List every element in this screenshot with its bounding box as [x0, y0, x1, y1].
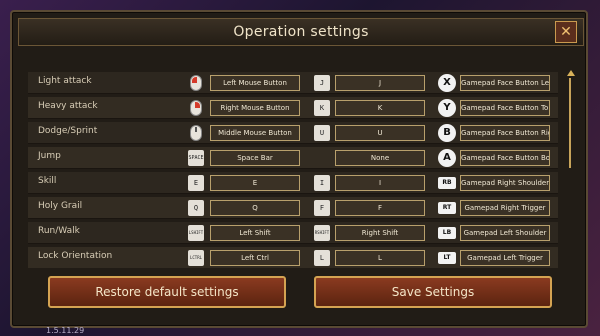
secondary-binding-button[interactable]: I: [335, 175, 425, 191]
action-label: Run/Walk: [38, 226, 80, 236]
gamepad-binding-button[interactable]: Gamepad Face Button Right: [460, 125, 550, 141]
gamepad-binding-button[interactable]: Gamepad Right Trigger: [460, 200, 550, 216]
page-title: Operation settings: [233, 24, 369, 40]
key-icon: I: [314, 175, 330, 191]
gamepad-lt-icon: LT: [438, 252, 456, 264]
primary-binding-button[interactable]: Q: [210, 200, 300, 216]
secondary-binding-button[interactable]: None: [335, 150, 425, 166]
action-label: Dodge/Sprint: [38, 126, 98, 136]
mouse-middle-icon: [190, 125, 202, 141]
secondary-binding-button[interactable]: F: [335, 200, 425, 216]
binding-row-lock-orientation: Lock Orientation LCTRL Left Ctrl L L LT …: [28, 247, 558, 268]
binding-row-holy-grail: Holy Grail Q Q F F RT Gamepad Right Trig…: [28, 197, 558, 219]
right-shift-key-icon: RSHIFT: [314, 225, 330, 241]
version-label: 1.5.11.29: [46, 326, 85, 335]
action-label: Heavy attack: [38, 101, 98, 111]
binding-row-light-attack: Light attack Left Mouse Button J J X Gam…: [28, 72, 558, 94]
action-label: Light attack: [38, 76, 92, 86]
action-label: Jump: [38, 151, 61, 161]
gamepad-binding-button[interactable]: Gamepad Left Shoulder: [460, 225, 550, 241]
save-settings-button[interactable]: Save Settings: [314, 276, 552, 308]
key-icon: U: [314, 125, 330, 141]
gamepad-binding-button[interactable]: Gamepad Right Shoulder: [460, 175, 550, 191]
close-icon[interactable]: ✕: [555, 21, 577, 43]
binding-row-dodge-sprint: Dodge/Sprint Middle Mouse Button U U B G…: [28, 122, 558, 144]
gamepad-b-icon: B: [438, 124, 456, 142]
binding-list: Light attack Left Mouse Button J J X Gam…: [28, 60, 566, 268]
action-label: Holy Grail: [38, 201, 83, 211]
binding-row-run-walk: Run/Walk LSHIFT Left Shift RSHIFT Right …: [28, 222, 558, 244]
mouse-left-icon: [190, 75, 202, 91]
primary-binding-button[interactable]: Right Mouse Button: [210, 100, 300, 116]
title-bar: Operation settings ✕: [18, 18, 584, 46]
key-icon: E: [188, 175, 204, 191]
left-shift-key-icon: LSHIFT: [188, 225, 204, 241]
secondary-binding-button[interactable]: Right Shift: [335, 225, 425, 241]
gamepad-binding-button[interactable]: Gamepad Face Button Left: [460, 75, 550, 91]
binding-row-jump: Jump SPACE Space Bar None A Gamepad Face…: [28, 147, 558, 169]
gamepad-binding-button[interactable]: Gamepad Left Trigger: [460, 250, 550, 266]
left-ctrl-key-icon: LCTRL: [188, 250, 204, 266]
gamepad-y-icon: Y: [438, 99, 456, 117]
primary-binding-button[interactable]: Space Bar: [210, 150, 300, 166]
primary-binding-button[interactable]: Left Mouse Button: [210, 75, 300, 91]
secondary-binding-button[interactable]: K: [335, 100, 425, 116]
action-label: Lock Orientation: [38, 251, 113, 261]
gamepad-rb-icon: RB: [438, 177, 456, 189]
primary-binding-button[interactable]: E: [210, 175, 300, 191]
primary-binding-button[interactable]: Left Ctrl: [210, 250, 300, 266]
key-icon: L: [314, 250, 330, 266]
action-label: Skill: [38, 176, 57, 186]
key-icon: F: [314, 200, 330, 216]
mouse-right-icon: [190, 100, 202, 116]
gamepad-rt-icon: RT: [438, 202, 456, 214]
secondary-binding-button[interactable]: L: [335, 250, 425, 266]
key-icon: Q: [188, 200, 204, 216]
gamepad-binding-button[interactable]: Gamepad Face Button Bottom: [460, 150, 550, 166]
key-icon: J: [314, 75, 330, 91]
binding-row-heavy-attack: Heavy attack Right Mouse Button K K Y Ga…: [28, 97, 558, 119]
gamepad-x-icon: X: [438, 74, 456, 92]
binding-row-skill: Skill E E I I RB Gamepad Right Shoulder: [28, 172, 558, 194]
primary-binding-button[interactable]: Middle Mouse Button: [210, 125, 300, 141]
secondary-binding-button[interactable]: U: [335, 125, 425, 141]
restore-defaults-button[interactable]: Restore default settings: [48, 276, 286, 308]
spacebar-key-icon: SPACE: [188, 150, 204, 166]
scrollbar-thumb[interactable]: [569, 78, 571, 168]
gamepad-binding-button[interactable]: Gamepad Face Button Top: [460, 100, 550, 116]
gamepad-lb-icon: LB: [438, 227, 456, 239]
key-icon: K: [314, 100, 330, 116]
gamepad-a-icon: A: [438, 149, 456, 167]
primary-binding-button[interactable]: Left Shift: [210, 225, 300, 241]
secondary-binding-button[interactable]: J: [335, 75, 425, 91]
scrollbar[interactable]: [567, 70, 575, 270]
scroll-up-arrow-icon[interactable]: [567, 70, 575, 76]
